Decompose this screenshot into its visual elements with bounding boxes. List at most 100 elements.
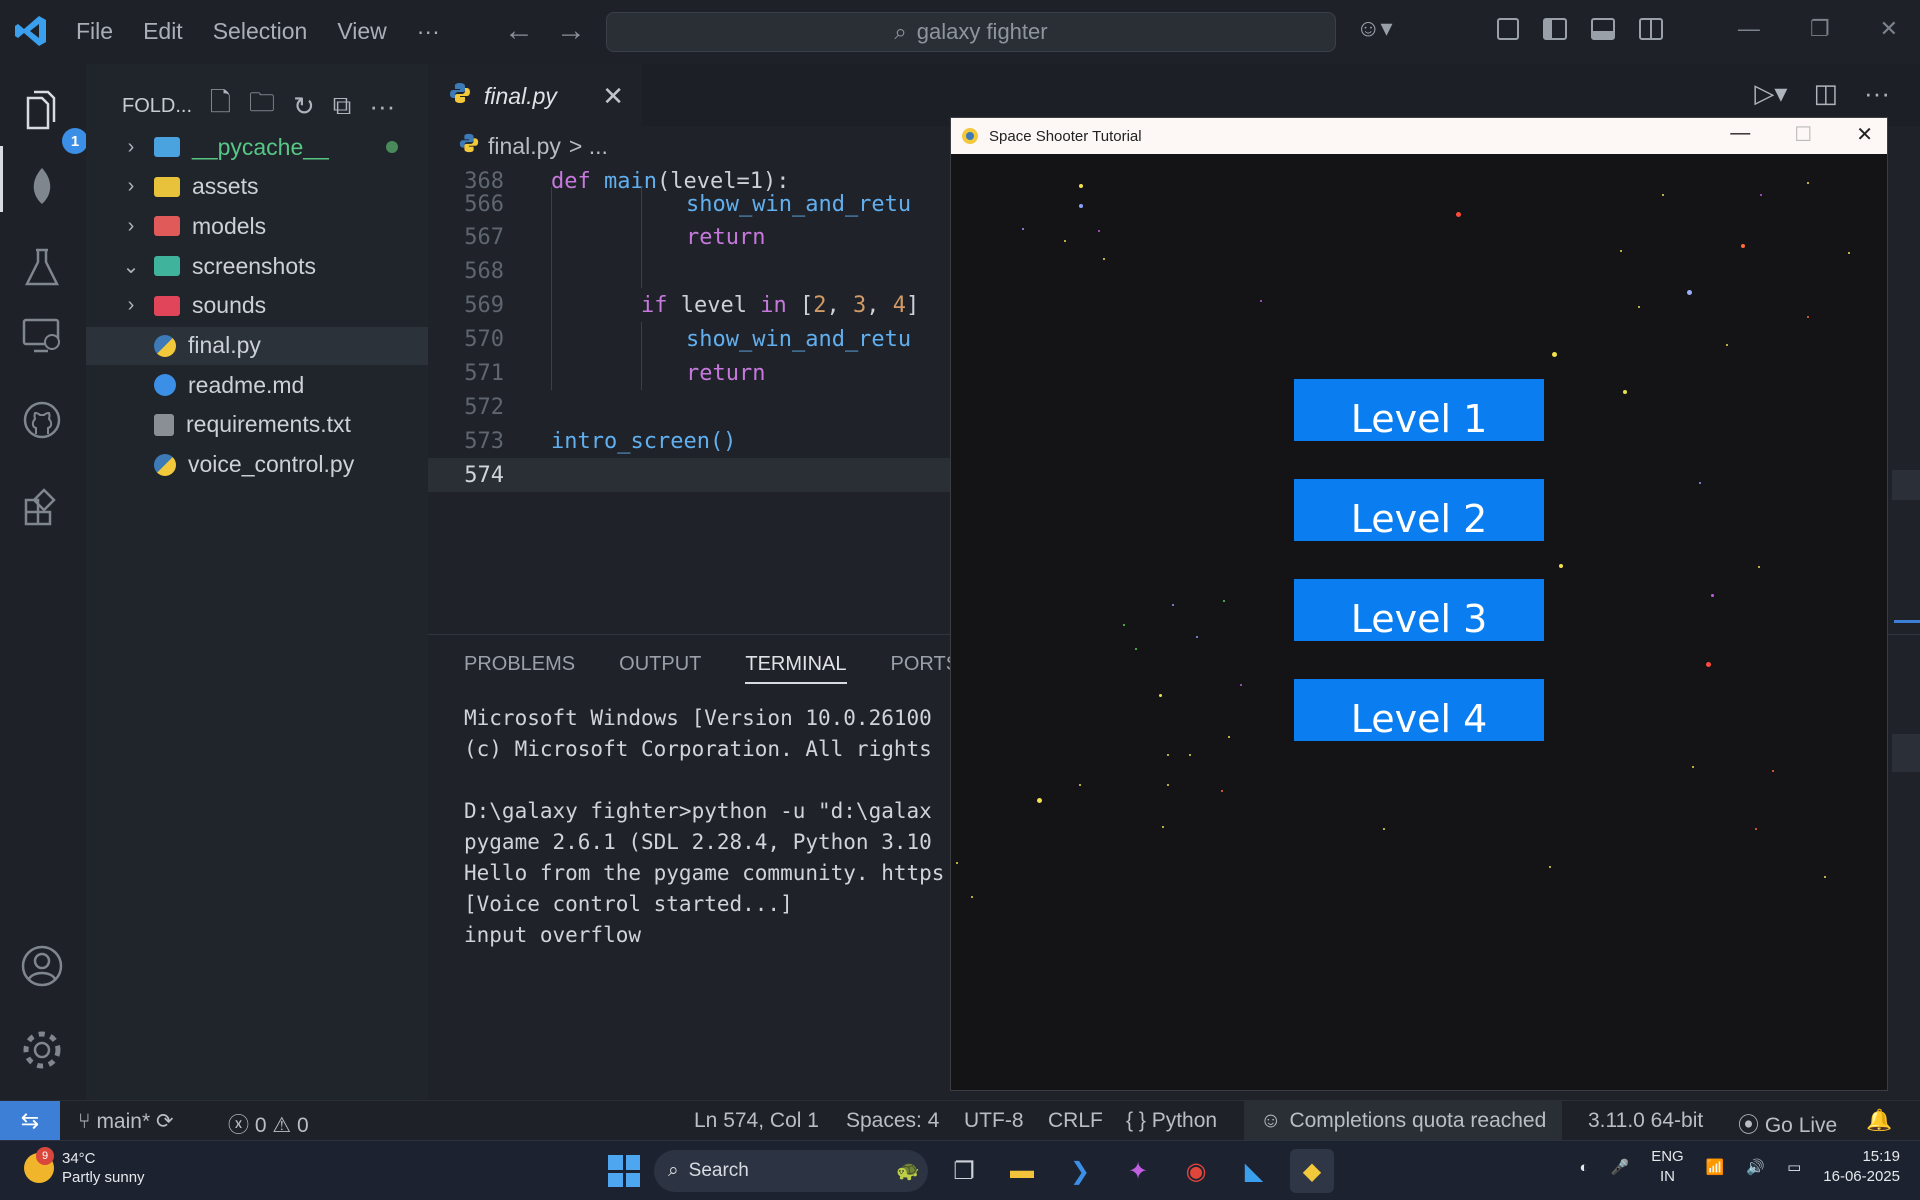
close-icon[interactable]: ✕ xyxy=(1880,16,1898,42)
code-line[interactable]: 574 xyxy=(428,458,988,492)
panel-tab-terminal[interactable]: TERMINAL xyxy=(745,653,847,684)
file-explorer-icon[interactable]: ▬ xyxy=(1000,1149,1044,1193)
microphone-icon[interactable]: 🎤 xyxy=(1611,1158,1630,1176)
testing-flask-icon[interactable] xyxy=(18,244,66,292)
tree-item-pycache[interactable]: › __pycache__ xyxy=(86,128,428,166)
level-2-button[interactable]: Level 2 xyxy=(1294,479,1544,541)
menu-edit[interactable]: Edit xyxy=(143,18,183,45)
tree-item-readme-md[interactable]: readme.md xyxy=(86,366,428,404)
clock[interactable]: 15:19 16-06-2025 xyxy=(1823,1147,1900,1187)
tree-item-assets[interactable]: › assets xyxy=(86,168,428,206)
tree-item-requirements-txt[interactable]: requirements.txt xyxy=(86,406,428,444)
vscode-taskbar-icon[interactable]: ◣ xyxy=(1232,1149,1276,1193)
explorer-icon[interactable]: 1 xyxy=(18,86,88,154)
panel-tab-problems[interactable]: PROBLEMS xyxy=(464,653,575,684)
breadcrumb-more[interactable]: > ... xyxy=(569,133,608,160)
sync-icon[interactable]: ⟳ xyxy=(156,1110,174,1133)
panel-tab-output[interactable]: OUTPUT xyxy=(619,653,701,684)
volume-icon[interactable]: 🔊 xyxy=(1746,1158,1765,1176)
menu-selection[interactable]: Selection xyxy=(213,18,308,45)
back-arrow-icon[interactable]: ← xyxy=(504,14,534,48)
encoding[interactable]: UTF-8 xyxy=(964,1109,1024,1133)
menu-view[interactable]: View xyxy=(337,18,386,45)
copilot-quota[interactable]: ☺ Completions quota reached xyxy=(1244,1101,1563,1141)
tree-item-sounds[interactable]: › sounds xyxy=(86,287,428,325)
language-mode[interactable]: { } Python xyxy=(1126,1109,1217,1133)
tab-close-icon[interactable]: ✕ xyxy=(602,81,624,112)
toggle-secondary-sidebar-icon[interactable] xyxy=(1638,17,1663,40)
level-1-button[interactable]: Level 1 xyxy=(1294,379,1544,441)
copilot-icon[interactable]: ☺▾ xyxy=(1356,14,1393,43)
code-line[interactable]: 572 xyxy=(428,390,988,424)
panel-tab-ports[interactable]: PORTS xyxy=(891,653,960,684)
weather-widget[interactable]: 9 34°C Partly sunny xyxy=(24,1147,145,1187)
code-line[interactable]: 568 xyxy=(428,254,988,288)
accounts-icon[interactable] xyxy=(18,942,66,990)
code-line[interactable]: 566 show_win_and_retu xyxy=(428,187,988,221)
problems-summary[interactable]: ⓧ 0 ⚠ 0 xyxy=(228,1109,309,1139)
breadcrumb-file[interactable]: final.py xyxy=(488,133,561,160)
line-ending[interactable]: CRLF xyxy=(1048,1109,1103,1133)
code-line[interactable]: 573 intro_screen() xyxy=(428,424,988,458)
tab-label: final.py xyxy=(484,82,557,109)
more-actions-icon[interactable]: ··· xyxy=(369,91,395,122)
mongodb-icon[interactable] xyxy=(18,164,66,212)
command-search-box[interactable]: ⌕ galaxy fighter xyxy=(606,12,1336,52)
python-taskbar-icon[interactable]: ◆ xyxy=(1290,1149,1334,1193)
powershell-icon[interactable]: ❯ xyxy=(1058,1149,1102,1193)
game-maximize-icon[interactable]: ☐ xyxy=(1794,122,1812,147)
wifi-icon[interactable]: 📶 xyxy=(1706,1158,1725,1176)
code-line[interactable]: 567 return xyxy=(428,220,988,254)
github-icon[interactable] xyxy=(18,396,66,444)
tab-final-py[interactable]: final.py ✕ xyxy=(428,64,642,126)
tree-item-voice-control-py[interactable]: voice_control.py xyxy=(86,446,428,484)
remote-explorer-icon[interactable] xyxy=(18,312,66,360)
notifications-bell-icon[interactable]: 🔔 xyxy=(1866,1109,1892,1133)
code-line[interactable]: 570 show_win_and_retu xyxy=(428,322,988,356)
new-folder-icon[interactable]: 🗀 xyxy=(249,84,275,128)
battery-icon[interactable]: ▭ xyxy=(1787,1158,1801,1176)
game-close-icon[interactable]: ✕ xyxy=(1856,122,1873,147)
breadcrumb: final.py > ... xyxy=(458,132,608,160)
settings-gear-icon[interactable] xyxy=(18,1026,66,1074)
level-3-button[interactable]: Level 3 xyxy=(1294,579,1544,641)
restore-icon[interactable]: ❐ xyxy=(1810,16,1830,42)
split-editor-icon[interactable]: ◫ xyxy=(1813,78,1838,109)
python-interpreter[interactable]: 3.11.0 64-bit xyxy=(1588,1109,1703,1133)
game-minimize-icon[interactable]: — xyxy=(1730,122,1750,147)
level-4-button[interactable]: Level 4 xyxy=(1294,679,1544,741)
customize-layout-icon[interactable] xyxy=(1496,17,1519,40)
menu-file[interactable]: File xyxy=(76,18,113,45)
input-language[interactable]: ENG IN xyxy=(1651,1147,1684,1187)
code-line[interactable]: 571 return xyxy=(428,356,988,390)
toggle-panel-icon[interactable] xyxy=(1590,17,1615,40)
minimize-icon[interactable]: — xyxy=(1738,16,1760,42)
collapse-all-icon[interactable]: ⧉ xyxy=(333,90,352,122)
tree-item-screenshots[interactable]: ⌄ screenshots xyxy=(86,247,428,285)
extensions-icon[interactable] xyxy=(18,482,66,530)
run-icon[interactable]: ▷▾ xyxy=(1754,78,1787,109)
code-line[interactable]: 569 if level in [2, 3, 4] xyxy=(428,288,988,322)
tree-item-models[interactable]: › models xyxy=(86,207,428,245)
cursor-position[interactable]: Ln 574, Col 1 xyxy=(694,1109,819,1133)
copilot-app-icon[interactable]: ✦ xyxy=(1116,1149,1160,1193)
tray-app-icon[interactable]: ◐ xyxy=(1579,1159,1588,1176)
menu-more[interactable]: ··· xyxy=(417,18,440,45)
toggle-primary-sidebar-icon[interactable] xyxy=(1542,17,1567,40)
refresh-icon[interactable]: ↻ xyxy=(293,91,315,122)
tree-item-final-py[interactable]: final.py xyxy=(86,326,428,365)
git-branch[interactable]: ⑂ main* ⟳ xyxy=(78,1109,174,1134)
star xyxy=(1228,736,1231,738)
new-file-icon[interactable]: 🗋 xyxy=(210,84,231,128)
go-live[interactable]: ⦿ Go Live xyxy=(1738,1109,1837,1139)
forward-arrow-icon[interactable]: → xyxy=(556,14,586,48)
indentation[interactable]: Spaces: 4 xyxy=(846,1109,939,1133)
chrome-icon[interactable]: ◉ xyxy=(1174,1149,1218,1193)
game-canvas[interactable]: Level 1 Level 2 Level 3 Level 4 xyxy=(951,154,1887,1090)
remote-indicator-icon[interactable]: ⇆ xyxy=(0,1101,60,1141)
editor-more-icon[interactable]: ··· xyxy=(1864,78,1890,109)
start-button-icon[interactable] xyxy=(608,1155,640,1187)
taskbar-search[interactable]: ⌕ Search 🐢 xyxy=(654,1150,928,1192)
task-view-icon[interactable]: ❐ xyxy=(942,1149,986,1193)
terminal-output[interactable]: Microsoft Windows [Version 10.0.26100 (c)… xyxy=(464,703,944,951)
